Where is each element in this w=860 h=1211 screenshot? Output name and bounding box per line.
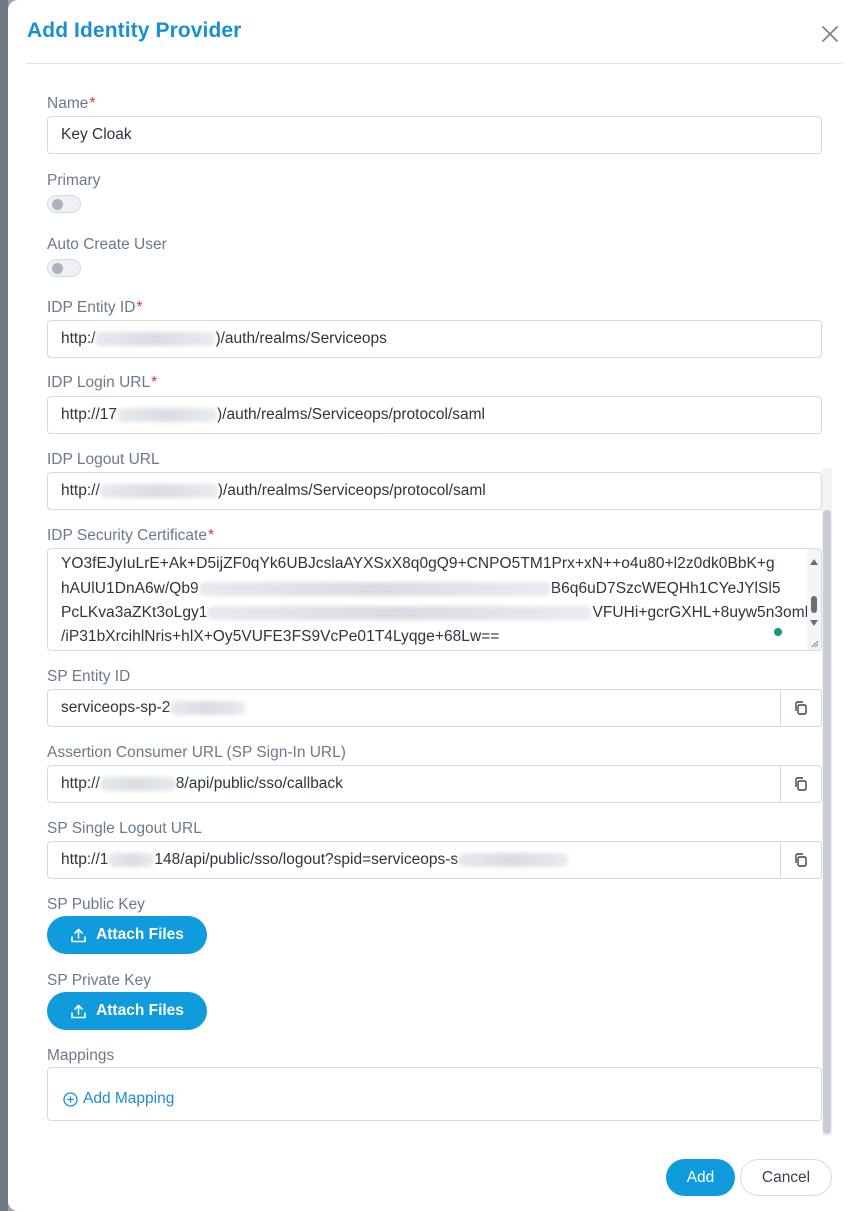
textarea-scroll-thumb[interactable] (811, 596, 817, 613)
idp-login-url-input[interactable]: http://17)/auth/realms/Serviceops/protoc… (47, 396, 822, 434)
certificate-line: YO3fEJyIuLrE+Ak+D5ijZF0qYk6UBJcslaAYXSxX… (61, 555, 775, 572)
idp-entity-id-input[interactable]: http:/)/auth/realms/Serviceops (47, 320, 822, 358)
add-button[interactable]: Add (666, 1159, 735, 1196)
close-button[interactable] (818, 22, 842, 46)
idp-logout-url-input[interactable]: http://)/auth/realms/Serviceops/protocol… (47, 472, 822, 510)
copy-icon (795, 777, 807, 791)
form-scrollbar[interactable] (822, 468, 832, 1136)
auto-create-user-label: Auto Create User (47, 236, 167, 253)
redacted-text (99, 777, 176, 791)
certificate-line: PcLKva3aZKt3oLgy1 VFUHi+gcrGXHL+8uyw5n3om… (61, 604, 813, 621)
close-icon (822, 26, 838, 42)
redacted-text (117, 408, 218, 422)
status-dot-icon (774, 628, 782, 636)
sp-single-logout-url-label: SP Single Logout URL (47, 820, 202, 837)
scroll-down-icon[interactable] (810, 620, 818, 626)
copy-sp-single-logout-url-button[interactable] (781, 841, 822, 879)
copy-sp-entity-id-button[interactable] (781, 689, 822, 727)
sp-private-key-label: SP Private Key (47, 972, 151, 989)
redacted-text (207, 605, 593, 620)
sp-private-key-attach-button[interactable]: Attach Files (47, 992, 207, 1030)
redacted-text (198, 581, 551, 596)
resize-handle-icon[interactable] (809, 638, 819, 648)
name-input[interactable]: Key Cloak (47, 116, 822, 154)
auto-create-user-toggle[interactable] (47, 259, 81, 277)
upload-icon (71, 928, 86, 942)
redacted-text (170, 701, 246, 715)
page-backdrop (0, 0, 8, 1211)
sp-single-logout-url-input: http://1 148/api/public/sso/logout?spid=s… (47, 841, 781, 879)
certificate-line: /iP31bXrcihlNris+hlX+Oy5VUFE3FS9VcPe01T4… (61, 628, 500, 645)
idp-entity-id-label: IDP Entity ID* (47, 299, 143, 316)
add-identity-provider-dialog: Add Identity Provider Name* Key Cloak Pr… (8, 0, 860, 1211)
mappings-label: Mappings (47, 1047, 115, 1064)
sp-public-key-label: SP Public Key (47, 896, 145, 913)
redacted-text (99, 484, 218, 498)
redacted-text (95, 332, 216, 346)
upload-icon (71, 1004, 86, 1018)
primary-label: Primary (47, 172, 101, 189)
primary-toggle[interactable] (47, 195, 81, 213)
idp-logout-url-label: IDP Logout URL (47, 451, 160, 468)
plus-circle-icon (63, 1091, 78, 1107)
assertion-consumer-url-label: Assertion Consumer URL (SP Sign-In URL) (47, 744, 346, 761)
scroll-up-icon[interactable] (810, 559, 818, 565)
idp-security-certificate-label: IDP Security Certificate* (47, 527, 214, 544)
sp-entity-id-label: SP Entity ID (47, 668, 131, 685)
assertion-consumer-url-input: http://8/api/public/sso/callback (47, 765, 781, 803)
mappings-container: Add Mapping (47, 1067, 822, 1121)
toggle-knob (52, 199, 63, 210)
copy-assertion-consumer-url-button[interactable] (781, 765, 822, 803)
copy-icon (795, 701, 807, 715)
dialog-header: Add Identity Provider (26, 0, 842, 64)
sp-entity-id-input: serviceops-sp-2 (47, 689, 781, 727)
idp-security-certificate-textarea[interactable]: YO3fEJyIuLrE+Ak+D5ijZF0qYk6UBJcslaAYXSxX… (47, 548, 822, 651)
name-label: Name* (47, 95, 96, 112)
sp-public-key-attach-button[interactable]: Attach Files (47, 916, 207, 954)
copy-icon (795, 853, 807, 867)
certificate-line: hAUlU1DnA6w/Qb9 B6q6uD7SzcWEQHh1CYeJYlSl5 (61, 580, 781, 597)
idp-login-url-label: IDP Login URL* (47, 374, 158, 391)
redacted-text (108, 853, 155, 867)
form-scroll-thumb[interactable] (823, 510, 831, 1134)
cancel-button[interactable]: Cancel (740, 1159, 832, 1196)
add-mapping-link[interactable]: Add Mapping (63, 1090, 174, 1108)
toggle-knob (52, 263, 63, 274)
textarea-scrollbar[interactable] (807, 549, 821, 650)
dialog-title: Add Identity Provider (27, 19, 242, 42)
redacted-text (458, 853, 569, 867)
